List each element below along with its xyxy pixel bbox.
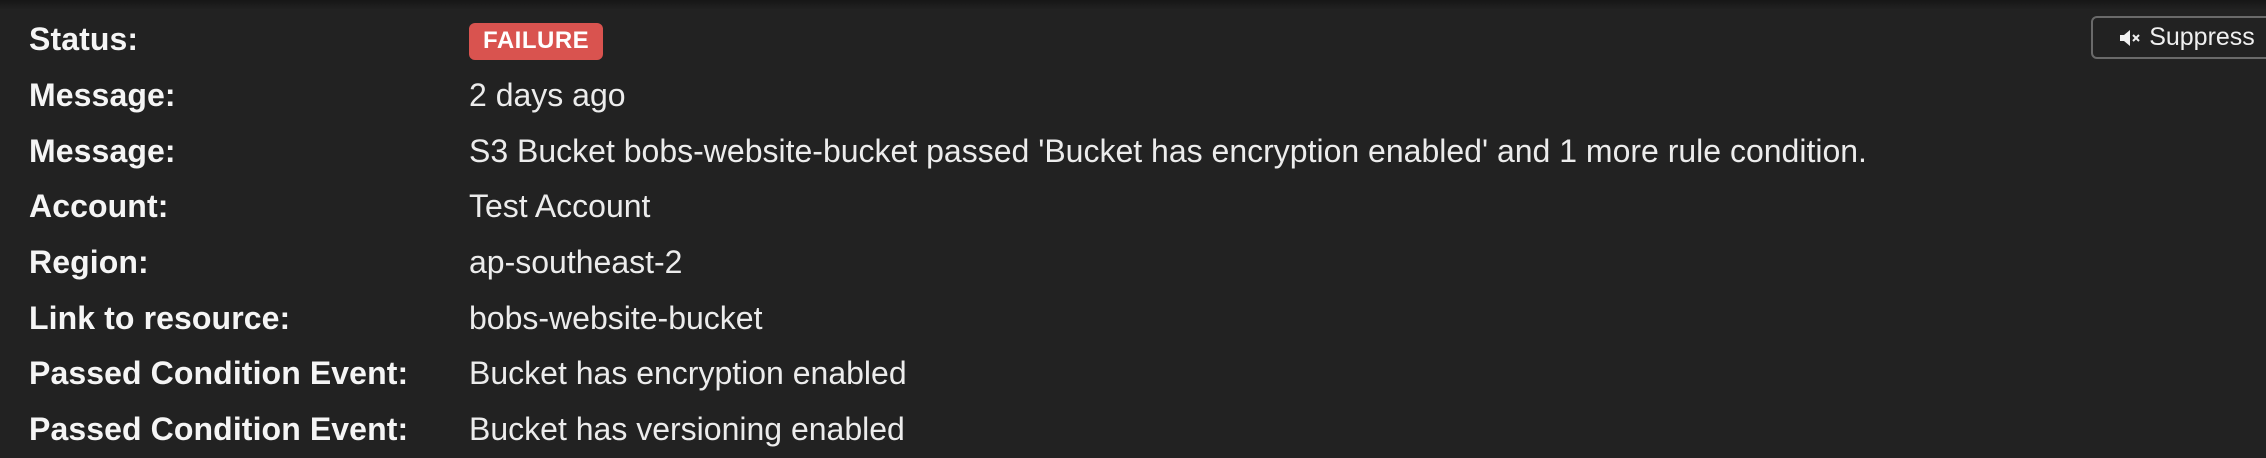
message-time-value: 2 days ago bbox=[469, 77, 626, 114]
event-details: Status: FAILURE Message: 2 days ago Mess… bbox=[29, 12, 1867, 458]
message-time-label: Message: bbox=[29, 77, 176, 114]
status-badge: FAILURE bbox=[469, 23, 604, 61]
message-text-row: Message: S3 Bucket bobs-website-bucket p… bbox=[29, 123, 1867, 179]
message-text-label: Message: bbox=[29, 132, 176, 169]
resource-link-label: Link to resource: bbox=[29, 299, 291, 336]
account-row: Account: Test Account bbox=[29, 179, 1867, 235]
passed-condition-row-1: Passed Condition Event: Bucket has encry… bbox=[29, 346, 1867, 402]
suppress-button[interactable]: Suppress bbox=[2091, 16, 2266, 59]
resource-link[interactable]: bobs-website-bucket bbox=[469, 300, 762, 337]
passed-condition-value-1: Bucket has encryption enabled bbox=[469, 355, 907, 392]
passed-condition-value-2: Bucket has versioning enabled bbox=[469, 411, 905, 448]
account-value: Test Account bbox=[469, 188, 651, 225]
status-row: Status: FAILURE bbox=[29, 12, 1867, 68]
passed-condition-label-2: Passed Condition Event: bbox=[29, 411, 409, 448]
suppress-button-label: Suppress bbox=[2149, 23, 2255, 51]
region-label: Region: bbox=[29, 244, 149, 281]
region-row: Region: ap-southeast-2 bbox=[29, 235, 1867, 291]
message-time-row: Message: 2 days ago bbox=[29, 68, 1867, 124]
top-shadow bbox=[0, 0, 2266, 10]
passed-condition-row-2: Passed Condition Event: Bucket has versi… bbox=[29, 402, 1867, 458]
status-value: FAILURE bbox=[469, 19, 604, 61]
message-text-value: S3 Bucket bobs-website-bucket passed 'Bu… bbox=[469, 132, 1867, 169]
account-label: Account: bbox=[29, 188, 169, 225]
passed-condition-label-1: Passed Condition Event: bbox=[29, 355, 409, 392]
status-label: Status: bbox=[29, 21, 139, 58]
speaker-muted-icon bbox=[2119, 29, 2141, 47]
resource-link-row: Link to resource: bobs-website-bucket bbox=[29, 290, 1867, 346]
region-value: ap-southeast-2 bbox=[469, 244, 683, 281]
